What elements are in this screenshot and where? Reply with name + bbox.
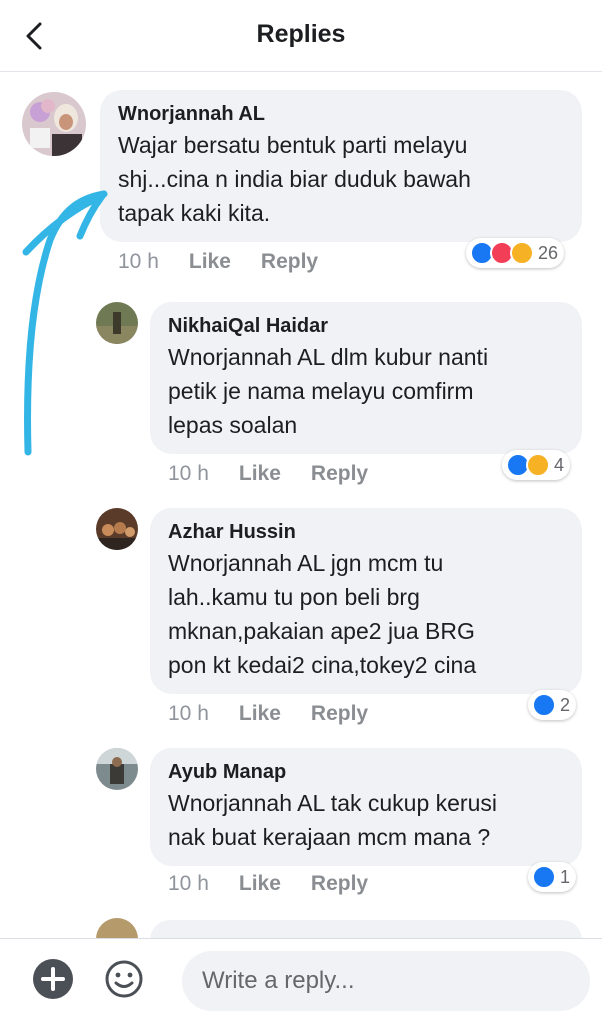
like-reaction-icon [532,693,556,717]
comment-author[interactable]: Azhar Hussin [168,518,564,546]
comment-text-line: nak buat kerajaan mcm mana ? [168,824,491,850]
avatar[interactable] [96,508,138,550]
comment-text-line: petik je nama melayu comfirm [168,378,474,404]
reply-button[interactable]: Reply [311,462,368,486]
comment-time: 10 h [168,702,209,725]
like-button[interactable]: Like [239,462,281,486]
comment-text-line: lah..kamu tu pon beli brg [168,584,420,610]
reply-button[interactable]: Reply [311,872,368,896]
comment-text-line: tapak kaki kita. [118,200,271,226]
comment-time: 10 h [168,872,209,895]
avatar[interactable] [96,748,138,790]
comment-author[interactable]: Ayub Manap [168,758,564,786]
reaction-count: 2 [560,694,571,715]
comment-actions: 10 h Like Reply [168,462,368,486]
comment-bubble[interactable]: Ayub Manap Wnorjannah AL tak cukup kerus… [150,748,582,866]
comment-author[interactable]: Wnorjannah AL [118,100,564,128]
comment-text-line: shj...cina n india biar duduk bawah [118,166,471,192]
app-header: Replies [0,0,602,72]
comment-time: 10 h [168,462,209,485]
haha-reaction-icon [510,241,534,265]
reaction-summary[interactable]: 4 [502,450,571,480]
like-button[interactable]: Like [239,872,281,896]
reply-composer: Write a reply... [0,938,602,1024]
comment-text-line: Wnorjannah AL jgn mcm tu [168,550,444,576]
reaction-summary[interactable]: 2 [528,690,577,720]
reaction-count: 1 [560,866,571,887]
like-button[interactable]: Like [189,250,231,274]
reply-input[interactable]: Write a reply... [182,951,590,1011]
like-button[interactable]: Like [239,702,281,726]
comment-bubble[interactable]: Wnorjannah AL Wajar bersatu bentuk parti… [100,90,582,242]
add-attachment-button[interactable] [33,959,73,999]
comment-actions: 10 h Like Reply [168,702,368,726]
avatar[interactable] [96,302,138,344]
reaction-count: 4 [554,454,565,475]
reply-button[interactable]: Reply [261,250,318,274]
page-title: Replies [256,20,346,48]
emoji-icon[interactable] [104,959,144,999]
comment-author[interactable]: NikhaiQal Haidar [168,312,564,340]
haha-reaction-icon [526,453,550,477]
avatar[interactable] [22,92,86,156]
plus-icon [41,967,65,991]
comment-bubble[interactable]: Azhar Hussin Wnorjannah AL jgn mcm tu la… [150,508,582,694]
comment-text-line: pon kt kedai2 cina,tokey2 cina [168,652,477,678]
comment-actions: 10 h Like Reply [168,872,368,896]
comment-bubble[interactable]: NikhaiQal Haidar Wnorjannah AL dlm kubur… [150,302,582,454]
reply-input-placeholder: Write a reply... [202,967,355,994]
reply-button[interactable]: Reply [311,702,368,726]
reaction-summary[interactable]: 1 [528,862,577,892]
comment-time: 10 h [118,250,159,273]
comment-text-line: lepas soalan [168,412,298,438]
comment-text-line: mknan,pakaian ape2 jua BRG [168,618,475,644]
comment-actions: 10 h Like Reply [118,250,318,274]
comment-text-line: Wajar bersatu bentuk parti melayu [118,132,468,158]
comment-text-line: Wnorjannah AL tak cukup kerusi [168,790,497,816]
reaction-summary[interactable]: 26 [466,238,565,268]
reaction-count: 26 [538,242,559,263]
like-reaction-icon [532,865,556,889]
comment-text-line: Wnorjannah AL dlm kubur nanti [168,344,489,370]
